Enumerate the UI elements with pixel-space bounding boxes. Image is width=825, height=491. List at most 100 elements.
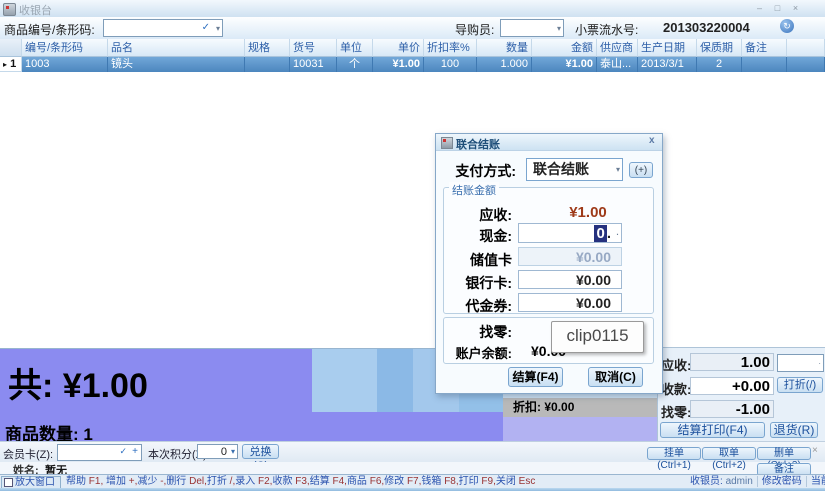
cell-price[interactable]: ¥1.00 [373, 57, 424, 72]
grand-total: 共: ¥1.00 [8, 358, 148, 407]
cell-amount[interactable]: ¥1.00 [532, 57, 597, 72]
row-selector[interactable]: ▸ 1 [0, 57, 22, 72]
change-label: 找零: [661, 402, 691, 421]
delete-order-button[interactable]: 删单(Ctrl+3) [757, 447, 811, 460]
dialog-title-bar[interactable]: 联合结账 x [436, 134, 662, 151]
chevron-down-icon[interactable]: ▾ [216, 24, 220, 33]
hold-order-button[interactable]: 挂单(Ctrl+1) [647, 447, 701, 460]
stored-card-field: ¥0.00 [518, 247, 622, 266]
cashier-value: admin [726, 476, 753, 487]
grand-total-value: ¥1.00 [63, 367, 148, 405]
payment-method-select[interactable]: 联合结账 [526, 158, 623, 181]
grid-header-name[interactable]: 品名 [108, 39, 245, 57]
cell-qty[interactable]: 1.000 [477, 57, 532, 72]
received-input[interactable]: +0.00 [690, 377, 774, 395]
cell-filler [787, 57, 825, 72]
cell-discount[interactable]: 100 [424, 57, 477, 72]
exchange-button[interactable]: 兑换(C) [242, 444, 279, 459]
maximize-icon[interactable]: □ [771, 3, 784, 14]
check-icon: ✓ [202, 22, 210, 33]
window-title: 收银台 [19, 2, 52, 18]
change-password-link[interactable]: 修改密码 [762, 476, 802, 487]
close-icon[interactable]: × [812, 445, 818, 456]
grid-header-discount[interactable]: 折扣率% [424, 39, 477, 57]
plus-icon[interactable]: + [132, 446, 138, 457]
toolbar: 商品编号/条形码: ✓ ▾ 导购员: ▾ 小票流水号: 201303220004… [0, 17, 825, 40]
combined-checkout-dialog: 联合结账 x 支付方式: 联合结账 ▾ (+) 结账金额 应收: ¥1.00 现… [435, 133, 663, 394]
status-bar: 放大窗口 帮助 F1, 增加 +,减少 -,删行 Del,打折 /,录入 F2,… [0, 474, 825, 489]
dlg-receivable-value: ¥1.00 [556, 204, 620, 221]
cash-input[interactable]: 0. · [518, 223, 622, 243]
payment-method-label: 支付方式: [446, 161, 516, 181]
settle-button[interactable]: 结算(F4) [508, 367, 563, 387]
hotkey-hints: 帮助 F1, 增加 +,减少 -,删行 Del,打折 /,录入 F2,收款 F3… [66, 475, 535, 489]
amount-group-title: 结账金额 [449, 182, 499, 198]
cash-selected-text: 0 [594, 225, 606, 242]
item-code-input[interactable]: ✓ ▾ [103, 19, 223, 37]
add-payment-button[interactable]: (+) [629, 162, 653, 178]
close-icon[interactable]: × [789, 3, 802, 14]
discount-label: 折扣: [513, 400, 541, 414]
grid-header-price[interactable]: 单价 [373, 39, 424, 57]
checkbox-icon[interactable] [4, 478, 13, 487]
cash-label: 现金: [450, 226, 512, 246]
cell-itemno[interactable]: 10031 [290, 57, 337, 72]
refresh-icon[interactable]: ↻ [780, 19, 794, 33]
stored-card-label: 储值卡 [450, 250, 512, 270]
grid-header-qty[interactable]: 数量 [477, 39, 532, 57]
cell-name[interactable]: 镜头 [108, 57, 245, 72]
grid-header-remark[interactable]: 备注 [742, 39, 787, 57]
change-field: -1.00 [690, 400, 774, 418]
chevron-down-icon[interactable]: · [616, 230, 619, 239]
voucher-label: 代金券: [450, 296, 512, 316]
receipt-label: 小票流水号: [575, 21, 638, 38]
cell-remark[interactable] [742, 57, 787, 72]
cell-proddate[interactable]: 2013/3/1 [638, 57, 697, 72]
cell-supplier[interactable]: 泰山... [597, 57, 638, 72]
dialog-close-icon[interactable]: x [649, 135, 655, 146]
grid-header-spec[interactable]: 规格 [245, 39, 290, 57]
guide-select[interactable]: ▾ [500, 19, 564, 37]
minimize-icon[interactable]: – [753, 3, 766, 14]
dlg-receivable-label: 应收: [450, 205, 512, 225]
member-card-input[interactable]: ✓ + [57, 444, 142, 461]
cell-unit[interactable]: 个 [337, 57, 373, 72]
grid-header-code[interactable]: 编号/条形码 [22, 39, 108, 57]
stock-label: 当前库存: [811, 476, 825, 487]
purple-strip [503, 417, 657, 441]
grid-header-selector [0, 39, 22, 57]
bank-card-input[interactable]: ¥0.00 [518, 270, 622, 289]
chevron-down-icon[interactable]: ▾ [557, 24, 561, 33]
discount-band: 折扣: ¥0.00 [503, 398, 657, 417]
cell-code[interactable]: 1003 [22, 57, 108, 72]
grid-header-unit[interactable]: 单位 [337, 39, 373, 57]
discount-button[interactable]: 打折(/) [777, 377, 823, 393]
chevron-down-icon[interactable]: ▾ [231, 447, 235, 456]
cell-spec[interactable] [245, 57, 290, 72]
payment-type-select[interactable]: · [777, 354, 824, 372]
receivable-label: 应收: [661, 355, 691, 374]
settle-print-button[interactable]: 结算打印(F4) [660, 422, 765, 438]
grid-header-supplier[interactable]: 供应商 [597, 39, 638, 57]
app-icon [3, 3, 16, 16]
cell-shelf[interactable]: 2 [697, 57, 742, 72]
voucher-input[interactable]: ¥0.00 [518, 293, 622, 312]
dlg-change-label: 找零: [450, 322, 512, 342]
cancel-button[interactable]: 取消(C) [588, 367, 643, 387]
balance-label: 账户余额: [438, 343, 512, 362]
return-button[interactable]: 退货(R) [770, 422, 818, 438]
pos-window: 收银台 – □ × 商品编号/条形码: ✓ ▾ 导购员: ▾ 小票流水号: 20… [0, 0, 825, 491]
grid-header-shelf[interactable]: 保质期 [697, 39, 742, 57]
cash-suffix: . [607, 225, 611, 242]
chevron-down-icon[interactable]: ▾ [616, 165, 620, 174]
dialog-icon [441, 137, 453, 149]
dialog-title: 联合结账 [456, 136, 500, 152]
receipt-number: 201303220004 [663, 20, 750, 35]
retrieve-order-button[interactable]: 取单(Ctrl+2) [702, 447, 756, 460]
grid-header-proddate[interactable]: 生产日期 [638, 39, 697, 57]
grid-header-amount[interactable]: 金额 [532, 39, 597, 57]
tooltip: clip0115 [551, 321, 644, 353]
name-bar [0, 462, 825, 474]
chevron-down-icon[interactable]: · [818, 359, 821, 368]
grid-header-itemno[interactable]: 货号 [290, 39, 337, 57]
